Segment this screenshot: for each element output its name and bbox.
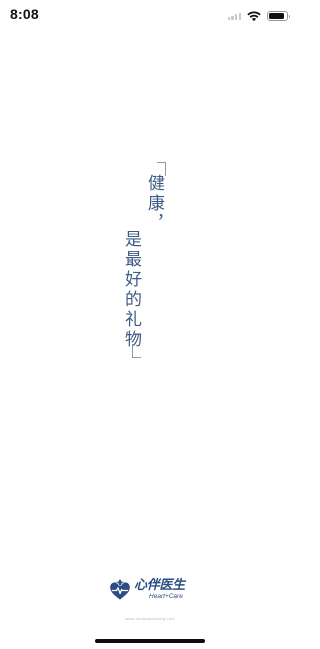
logo-name-cn: 心伴医生 xyxy=(134,578,185,593)
logo-text: 心伴医生 Heart+Care xyxy=(134,579,185,601)
cellular-signal-icon xyxy=(227,12,241,20)
status-icons xyxy=(227,10,290,22)
website-url: www.xinbanyisheng.com xyxy=(124,616,176,621)
bracket-bottom-decoration xyxy=(132,344,141,358)
battery-level xyxy=(269,13,285,19)
splash-screen: 8:08 健康， 是最好的礼物 心伴医生 Heart+Care www.xinb… xyxy=(0,0,300,649)
battery-icon xyxy=(267,11,290,21)
brand-logo: 心伴医生 Heart+Care xyxy=(108,575,192,605)
heart-care-logo-icon xyxy=(110,579,130,600)
logo-name-en: Heart+Care xyxy=(149,593,183,600)
wifi-icon xyxy=(247,10,261,21)
status-time: 8:08 xyxy=(10,6,39,22)
status-bar: 8:08 xyxy=(0,0,300,34)
home-indicator[interactable] xyxy=(95,639,205,643)
slogan-line-1: 健康， xyxy=(144,174,164,234)
slogan: 健康， 是最好的礼物 xyxy=(121,162,172,358)
slogan-line-2: 是最好的礼物 xyxy=(121,230,141,350)
